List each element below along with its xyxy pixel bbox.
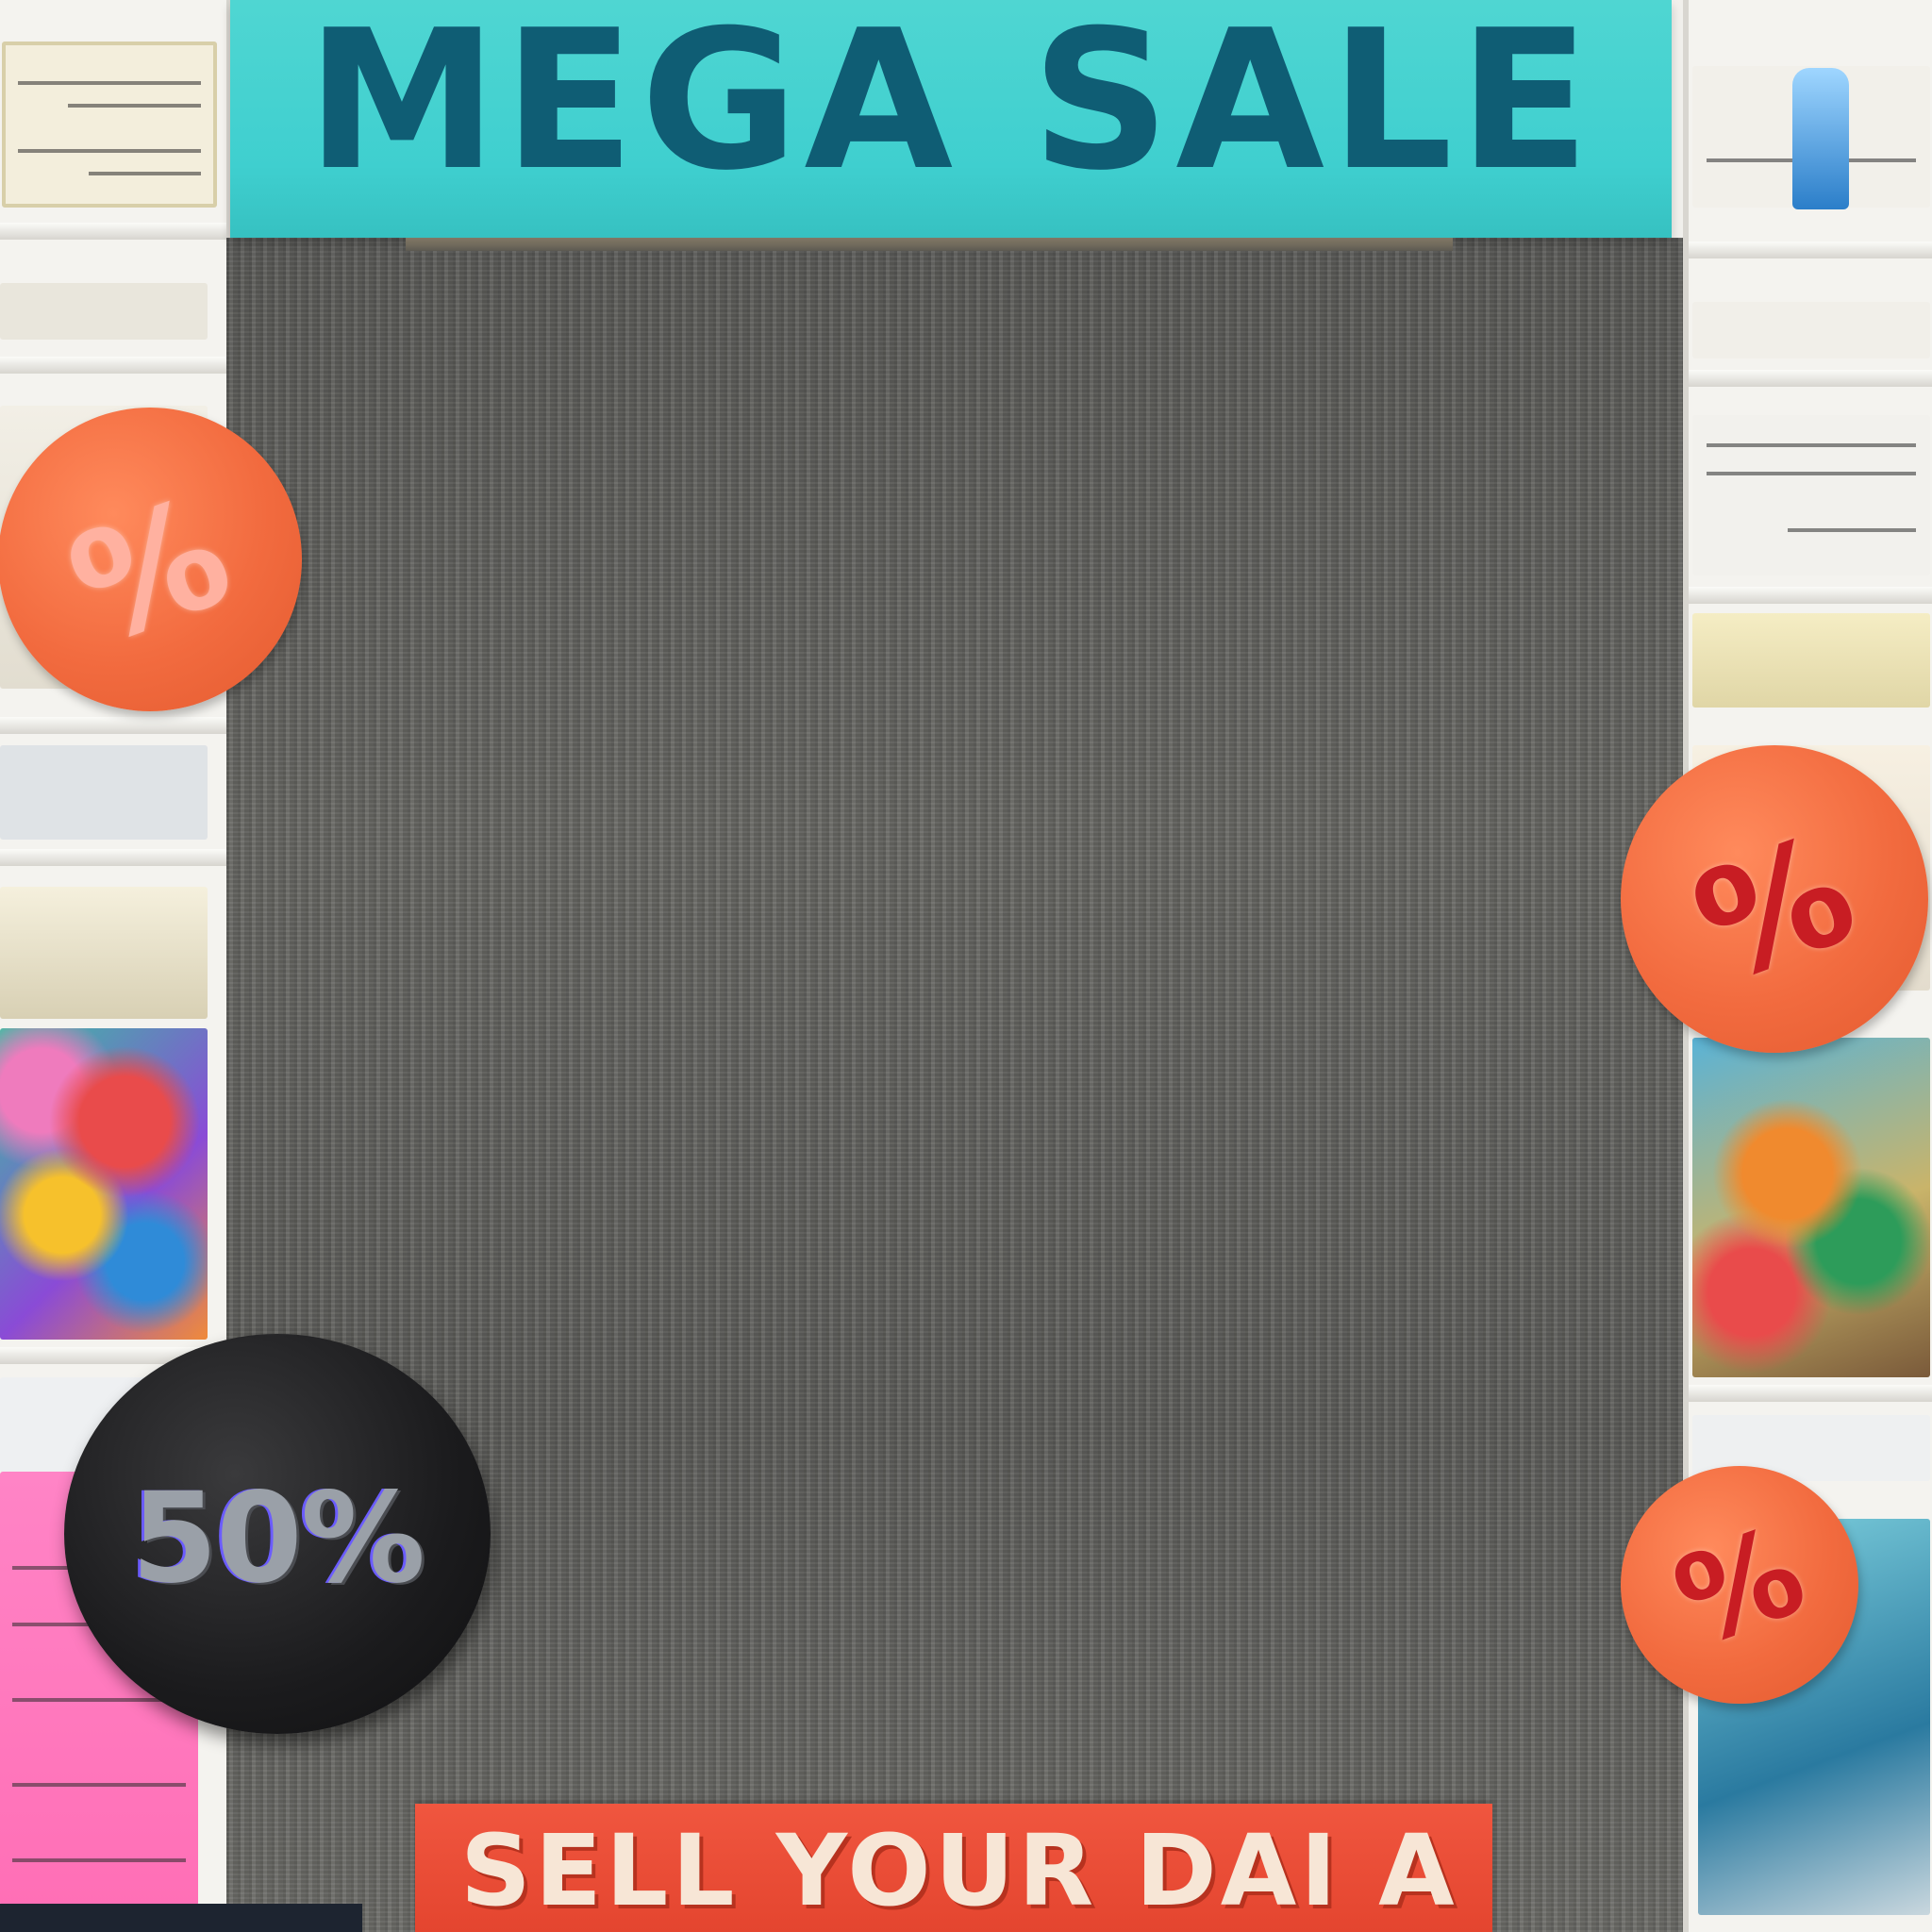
shelf-book-left <box>0 887 208 1019</box>
colorful-print-right <box>1692 1038 1930 1377</box>
floor-strip <box>0 1904 362 1932</box>
shelf-board <box>1689 587 1932 604</box>
shelf-poster-left-top <box>2 42 217 208</box>
mega-sale-sign: MEGA SALE <box>230 0 1672 238</box>
shelf-product-right <box>1692 302 1930 358</box>
storefront-scene: MEGA SALE % % % 50% SELL YOUR DAI A <box>0 0 1932 1932</box>
percent-sticker-left: % <box>0 408 302 711</box>
shelf-product-left <box>0 283 208 340</box>
percent-icon: % <box>1673 800 1876 1018</box>
blue-bottle-right <box>1792 68 1849 209</box>
shelf-product-right <box>1692 613 1930 708</box>
wood-board <box>226 238 1683 1932</box>
colorful-print-left <box>0 1028 208 1340</box>
shelf-board <box>1689 242 1932 258</box>
shelf-board <box>0 717 226 734</box>
discount-badge-label: 50% <box>131 1466 425 1611</box>
shelf-board <box>1689 1385 1932 1402</box>
percent-sticker-right-lower: % <box>1621 1466 1858 1704</box>
shelf-board <box>0 357 226 374</box>
board-top-edge <box>406 238 1453 251</box>
percent-sticker-right-upper: % <box>1621 745 1928 1053</box>
shelf-product-left <box>0 745 208 840</box>
sell-banner-text: SELL YOUR DAI A <box>460 1813 1458 1928</box>
shelf-board <box>1689 370 1932 387</box>
mega-sale-title: MEGA SALE <box>306 0 1596 213</box>
shelf-poster-right <box>1692 415 1930 575</box>
shelf-board <box>0 223 226 240</box>
discount-badge: 50% <box>64 1334 491 1734</box>
sell-banner: SELL YOUR DAI A <box>415 1804 1492 1932</box>
shelf-board <box>0 849 226 866</box>
